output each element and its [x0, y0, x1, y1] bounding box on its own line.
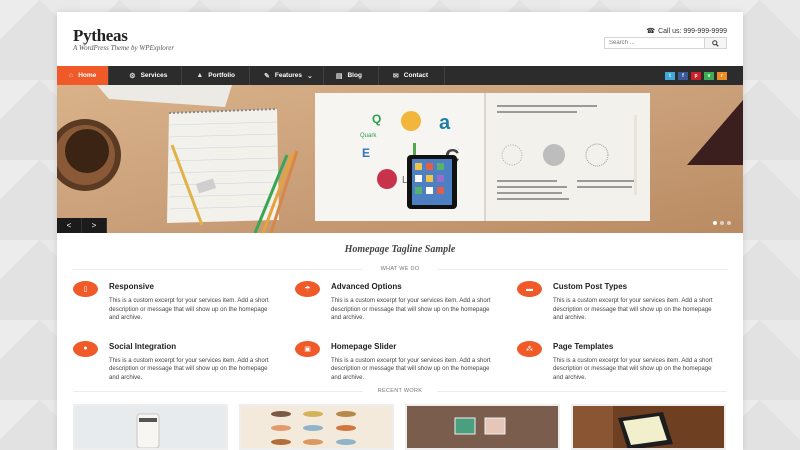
home-icon: ⌂ — [69, 72, 74, 79]
service-title[interactable]: Page Templates — [553, 342, 718, 351]
services-grid: ▯ Responsive This is a custom excerpt fo… — [73, 281, 727, 383]
nav-item-services[interactable]: ⚙ Services — [109, 66, 183, 85]
image-icon: ▣ — [295, 340, 320, 357]
svg-text:a: a — [439, 112, 451, 134]
slider-dots — [713, 221, 731, 225]
service-text: This is a custom excerpt for your servic… — [331, 297, 491, 322]
sitemap-icon: ⁂ — [517, 340, 542, 357]
recent-work-grid — [73, 404, 727, 450]
service-title[interactable]: Social Integration — [109, 342, 274, 351]
homepage-slider: Q Quark a E C LG — [57, 85, 743, 233]
nav-label: Portfolio — [208, 72, 235, 79]
slider-dot[interactable] — [713, 221, 717, 225]
svg-text:Quark: Quark — [360, 133, 377, 139]
nav-label: Features — [274, 72, 302, 79]
service-item: ▬ Custom Post Types This is a custom exc… — [517, 281, 727, 323]
portfolio-image — [454, 417, 506, 435]
search-input[interactable] — [605, 38, 704, 48]
nav-item-blog[interactable]: ▤ Blog — [324, 66, 379, 85]
envelope-icon: ✉ — [392, 72, 399, 80]
service-item: ▣ Homepage Slider This is a custom excer… — [295, 340, 517, 383]
document-icon: ▤ — [335, 72, 343, 80]
site-container: Pytheas A WordPress Theme by WPExplorer … — [57, 12, 743, 450]
nav-item-portfolio[interactable]: ▲ Portfolio — [182, 66, 250, 85]
phone-info: ☎ Call us: 999-999-9999 — [646, 27, 727, 36]
section-title: WHAT WE DO — [380, 266, 420, 272]
site-header: Pytheas A WordPress Theme by WPExplorer … — [57, 12, 743, 66]
homepage-tagline: Homepage Tagline Sample — [344, 244, 456, 255]
mobile-icon: ▯ — [73, 281, 98, 297]
pinterest-icon[interactable]: p — [691, 71, 701, 80]
search-icon — [712, 39, 719, 47]
service-text: This is a custom excerpt for your servic… — [109, 297, 269, 322]
service-text: This is a custom excerpt for your servic… — [553, 297, 713, 322]
service-title[interactable]: Custom Post Types — [553, 282, 718, 291]
service-title[interactable]: Advanced Options — [331, 282, 496, 291]
rss-icon[interactable]: r — [717, 71, 727, 80]
service-text: This is a custom excerpt for your servic… — [553, 356, 713, 381]
portfolio-item[interactable] — [239, 404, 394, 450]
service-text: This is a custom excerpt for your servic… — [109, 356, 269, 381]
nav-item-contact[interactable]: ✉ Contact — [379, 66, 445, 85]
portfolio-item[interactable] — [571, 404, 726, 450]
what-we-do-heading: WHAT WE DO — [73, 266, 727, 272]
social-links: t f p v r — [665, 66, 743, 85]
slider-dot[interactable] — [720, 221, 724, 225]
portfolio-image — [613, 406, 724, 448]
service-item: ☂ Advanced Options This is a custom exce… — [295, 281, 517, 323]
portfolio-item[interactable] — [405, 404, 560, 450]
vine-icon[interactable]: v — [704, 71, 714, 80]
portfolio-image — [271, 411, 356, 445]
slide-image: Q Quark a E C LG — [57, 85, 743, 233]
twitter-icon[interactable]: t — [665, 71, 675, 80]
search-form — [604, 37, 727, 49]
site-tagline: A WordPress Theme by WPExplorer — [73, 44, 175, 52]
site-logo[interactable]: Pytheas — [73, 26, 128, 46]
nav-label: Services — [140, 72, 168, 79]
service-item: ⁂ Page Templates This is a custom excerp… — [517, 340, 727, 383]
phone-icon: ☎ — [646, 28, 656, 35]
slider-prev-button[interactable]: < — [57, 218, 82, 233]
slider-next-button[interactable]: > — [82, 218, 107, 233]
chevron-down-icon: ⌄ — [306, 72, 313, 80]
portfolio-item[interactable] — [73, 404, 228, 450]
section-title: RECENT WORK — [377, 388, 423, 394]
umbrella-icon: ☂ — [295, 281, 320, 297]
service-item: ▯ Responsive This is a custom excerpt fo… — [73, 281, 295, 323]
gear-icon: ⚙ — [129, 72, 136, 80]
phone-text: Call us: 999-999-9999 — [658, 27, 727, 35]
svg-text:E: E — [362, 146, 370, 160]
nav-item-features[interactable]: ✎ Features ⌄ — [250, 66, 324, 85]
users-icon: ● — [73, 340, 98, 357]
recent-work-heading: RECENT WORK — [73, 388, 727, 394]
slider-arrows: < > — [57, 218, 107, 233]
search-button[interactable] — [704, 38, 726, 48]
pin-icon: ✎ — [263, 72, 270, 80]
service-item: ● Social Integration This is a custom ex… — [73, 340, 295, 383]
slider-dot[interactable] — [727, 221, 731, 225]
svg-text:Q: Q — [372, 112, 381, 126]
nav-label: Blog — [347, 72, 362, 79]
service-text: This is a custom excerpt for your servic… — [331, 356, 491, 381]
nav-item-home[interactable]: ⌂ Home — [57, 66, 110, 85]
service-title[interactable]: Homepage Slider — [331, 342, 496, 351]
portfolio-icon: ▲ — [196, 72, 204, 79]
facebook-icon[interactable]: f — [678, 71, 688, 80]
main-nav: ⌂ Home ⚙ Services ▲ Portfolio ✎ Features… — [57, 66, 743, 85]
service-title[interactable]: Responsive — [109, 282, 274, 291]
nav-label: Contact — [403, 72, 428, 79]
portfolio-image — [136, 413, 160, 448]
briefcase-icon: ▬ — [517, 281, 542, 297]
nav-label: Home — [78, 72, 97, 79]
